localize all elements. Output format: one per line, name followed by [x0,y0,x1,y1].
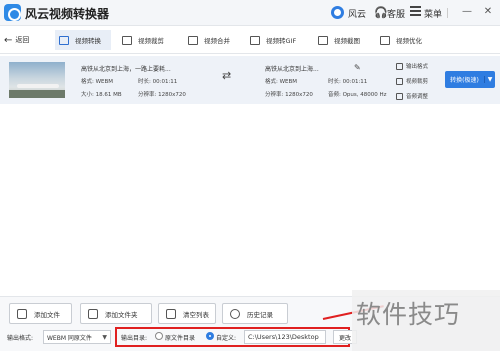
radio-source-dir[interactable] [155,332,163,340]
tab-label: 视频转GIF [266,37,297,45]
screenshot-icon [318,35,328,45]
history-button[interactable]: 历史记录 [222,303,288,324]
button-label: 历史记录 [247,310,273,319]
tab-video-screenshot[interactable]: 视频截图 [314,30,364,50]
video-crop-link[interactable]: 视频裁剪 [396,77,428,85]
video-thumbnail [9,62,65,98]
output-format: 格式: WEBM [265,79,298,85]
radio-custom-dir-label[interactable]: 自定义: [216,333,236,342]
edit-icon[interactable]: ✎ [354,63,361,72]
back-arrow-icon: ← [4,35,13,46]
source-format: 格式: WEBM [81,79,114,85]
source-duration: 时长: 00:01:11 [138,79,178,85]
output-format-select[interactable]: WEBM 同原文件 ▼ [43,330,111,344]
clock-icon [230,308,240,319]
convert-arrow-icon: ⇄ [222,69,232,82]
tab-video-to-gif[interactable]: 视频转GIF [246,30,300,50]
convert-label: 转换(极速) [450,77,479,84]
add-file-button[interactable]: 添加文件 [9,303,72,324]
user-avatar-icon[interactable] [331,6,344,19]
path-value: C:\Users\123\Desktop [248,333,319,341]
back-label: 返回 [15,36,30,44]
link-label: 输出格式 [406,64,429,70]
radio-source-dir-label[interactable]: 原文件目录 [165,333,195,342]
tab-video-crop[interactable]: 视频裁剪 [118,30,168,50]
user-label[interactable]: 风云 [348,7,366,20]
trash-icon [166,308,176,319]
tab-video-convert[interactable]: 视频转换 [55,30,111,50]
watermark: 软件技巧 [356,300,461,329]
tab-label: 视频转换 [75,37,101,45]
title-bar: 风云视频转换器 风云 🎧 客服 菜单 — ✕ [0,0,500,26]
output-duration: 时长: 00:01:11 [328,79,368,85]
service-label[interactable]: 客服 [387,7,405,20]
tab-label: 视频截图 [334,37,360,45]
settings-icon [396,62,403,70]
video-convert-icon [59,35,69,45]
tab-label: 视频合并 [204,37,230,45]
tab-video-merge[interactable]: 视频合并 [184,30,234,50]
output-format-label: 输出格式: [7,335,34,342]
audio-adjust-link[interactable]: 音频调整 [396,92,428,100]
clear-list-button[interactable]: 清空列表 [158,303,216,324]
button-label: 添加文件 [34,310,60,319]
output-path-input[interactable]: C:\Users\123\Desktop [244,330,326,344]
radio-custom-dir[interactable] [206,332,214,340]
scissors-icon [396,77,403,85]
headset-icon[interactable]: 🎧 [374,6,388,19]
gif-icon [250,35,260,45]
tab-label: 视频裁剪 [138,37,164,45]
button-label: 清空列表 [183,310,209,319]
output-dir-label: 输出目录: [121,335,148,342]
app-logo-icon [4,4,21,21]
close-button[interactable]: ✕ [481,4,495,20]
toolbar: ← 返回 视频转换 视频裁剪 视频合并 视频转GIF 视频截图 视频优化 [0,27,500,54]
source-size: 大小: 18.61 MB [81,92,122,98]
chevron-down-icon[interactable]: ▼ [484,76,495,83]
convert-button[interactable]: 转换(极速) ▼ [445,71,495,88]
output-file-name: 高铁从北京到上海... [265,66,319,73]
folder-icon [88,308,98,319]
output-format-link[interactable]: 输出格式 [396,62,428,70]
add-folder-button[interactable]: 添加文件夹 [80,303,152,324]
link-label: 视频裁剪 [406,79,429,85]
source-resolution: 分辨率: 1280x720 [138,92,186,98]
tab-label: 视频优化 [396,37,422,45]
optimize-icon [380,35,390,45]
crop-icon [122,35,132,45]
source-file-name: 高铁从北京到上海，一路上要耗... [81,66,171,73]
link-label: 音频调整 [406,94,429,100]
add-file-icon [17,308,27,319]
app-title: 风云视频转换器 [25,7,110,21]
output-resolution: 分辨率: 1280x720 [265,92,313,98]
minimize-button[interactable]: — [460,4,474,20]
output-audio: 音频: Opus, 48000 Hz [328,92,387,98]
tab-video-optimize[interactable]: 视频优化 [376,30,426,50]
select-value: WEBM 同原文件 [47,334,92,342]
menu-label[interactable]: 菜单 [424,7,442,20]
audio-icon [396,92,403,100]
chevron-down-icon: ▼ [102,334,107,341]
menu-icon[interactable] [410,6,421,17]
button-label: 添加文件夹 [105,310,138,319]
back-button[interactable]: ← 返回 [4,35,29,46]
merge-icon [188,35,198,45]
titlebar-divider [447,8,448,18]
